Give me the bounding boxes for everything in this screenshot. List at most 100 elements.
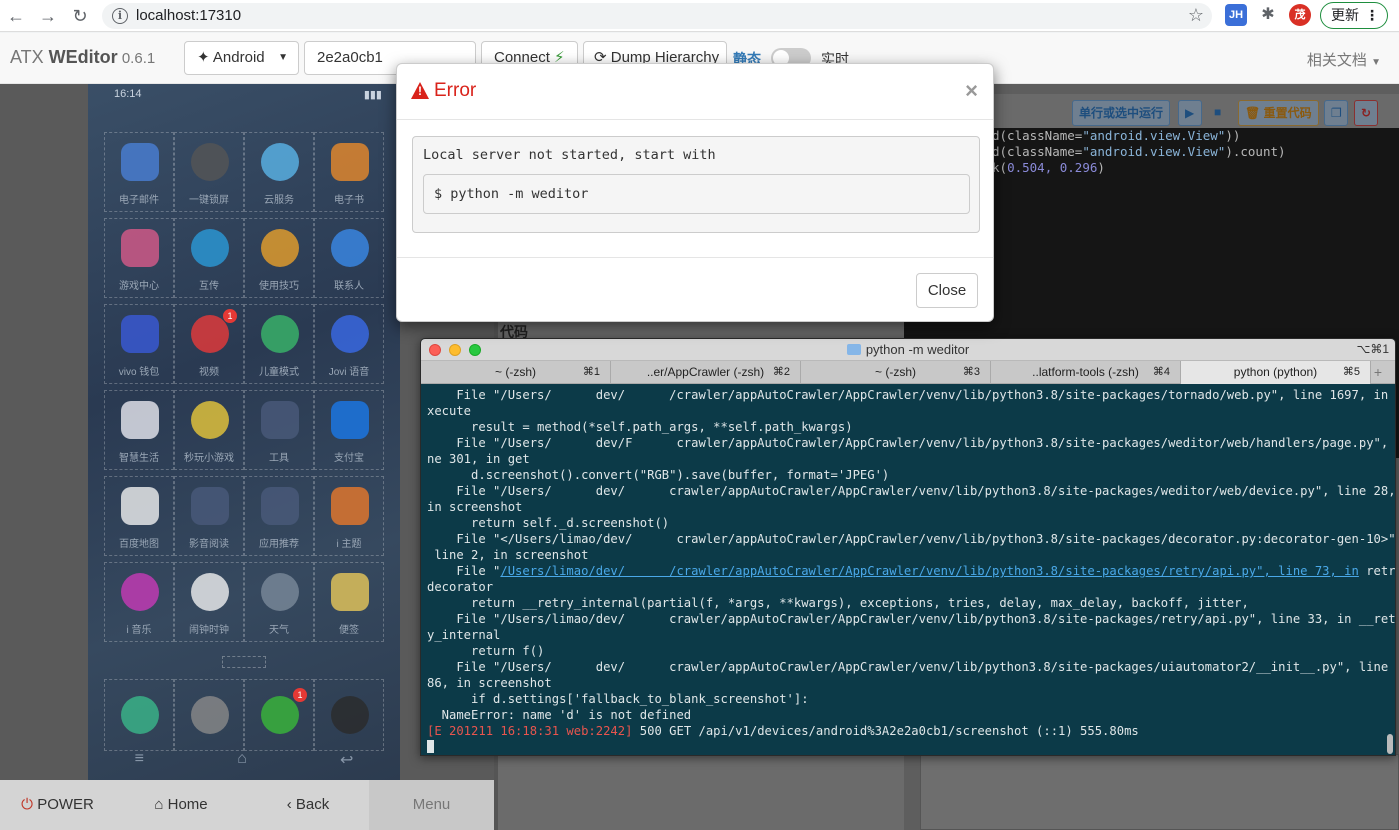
terminal-scrollbar[interactable]: [1387, 734, 1393, 754]
app-icon: [191, 487, 229, 525]
app-icon-cell[interactable]: 使用技巧: [244, 218, 314, 298]
dock-app[interactable]: [314, 679, 384, 751]
terminal-line: return self._d.screenshot(): [427, 516, 670, 530]
app-icon-cell[interactable]: 工具: [244, 390, 314, 470]
modal-message-box: Local server not started, start with $ p…: [412, 136, 980, 233]
terminal-line: File "/Users/ dev/F crawler/appAutoCrawl…: [427, 436, 1396, 450]
close-icon[interactable]: ×: [965, 78, 978, 104]
run-selected-button[interactable]: 单行或选中运行: [1072, 100, 1171, 126]
info-icon[interactable]: i: [112, 8, 128, 24]
app-icon-cell[interactable]: 天气: [244, 562, 314, 642]
app-icon-cell[interactable]: 百度地图: [104, 476, 174, 556]
terminal-window[interactable]: python -m weditor ⌥⌘1 ~ (-zsh) ⌘1 ..er/App…: [420, 338, 1396, 756]
app-icon-cell[interactable]: 闹钟时钟: [174, 562, 244, 642]
app-label: 秒玩小游戏: [184, 453, 234, 464]
back-arrow-icon[interactable]: ←: [4, 4, 28, 28]
reload-icon[interactable]: ↻: [68, 4, 92, 28]
terminal-line: File "/Users/ dev/ crawler/appAutoCrawle…: [427, 484, 1396, 498]
app-label: 一键锁屏: [189, 195, 229, 206]
app-icon-cell[interactable]: 支付宝: [314, 390, 384, 470]
back-button[interactable]: ‹ Back: [247, 780, 369, 830]
app-icon-cell[interactable]: 秒玩小游戏: [174, 390, 244, 470]
dock-app[interactable]: [174, 679, 244, 751]
app-icon: [261, 315, 299, 353]
app-label: 闹钟时钟: [189, 625, 229, 636]
terminal-output[interactable]: File "/Users/ dev/ /crawler/appAutoCrawl…: [427, 387, 1396, 755]
app-icon-cell[interactable]: vivo 钱包: [104, 304, 174, 384]
code-line: k(0.504, 0.296): [992, 160, 1105, 175]
terminal-line: y_internal: [427, 628, 501, 642]
app-icon-cell[interactable]: i 主题: [314, 476, 384, 556]
power-button[interactable]: ⏻ POWER: [0, 780, 115, 830]
dock-app[interactable]: 1: [244, 679, 314, 751]
terminal-tab[interactable]: ~ (-zsh) ⌘3: [801, 361, 991, 384]
app-icon-cell[interactable]: 应用推荐: [244, 476, 314, 556]
terminal-line: File "/Users/limao/dev/ crawler/appAutoC…: [427, 612, 1396, 626]
terminal-tab[interactable]: python (python) ⌘5: [1181, 361, 1371, 384]
app-icon: [121, 487, 159, 525]
platform-select[interactable]: ✦ Android ▼: [184, 41, 299, 75]
app-icon: [191, 229, 229, 267]
app-icon-cell[interactable]: 一键锁屏: [174, 132, 244, 212]
app-label: 使用技巧: [259, 281, 299, 292]
app-icon-cell[interactable]: 联系人: [314, 218, 384, 298]
app-icon-cell[interactable]: i 音乐: [104, 562, 174, 642]
modal-footer: Close: [397, 257, 993, 323]
docs-dropdown[interactable]: 相关文档 ▼: [1307, 49, 1381, 70]
refresh-code-icon[interactable]: ↻: [1354, 100, 1378, 126]
app-icon-cell[interactable]: 智慧生活: [104, 390, 174, 470]
bookmark-star-icon[interactable]: ☆: [1188, 5, 1204, 26]
phone-back-icon[interactable]: ↩: [340, 750, 353, 778]
app-label: 支付宝: [334, 453, 364, 464]
extensions-puzzle-icon[interactable]: ✱: [1257, 4, 1279, 26]
app-icon: [121, 573, 159, 611]
app-label: 天气: [269, 625, 289, 636]
app-icon-cell[interactable]: 电子邮件: [104, 132, 174, 212]
app-grid: 电子邮件 一键锁屏 云服务 电子书游戏中心 互传 使用技巧 联系人 vivo 钱包 1 视频 儿童模…: [104, 132, 384, 642]
home-button[interactable]: ⌂ Home: [115, 780, 247, 830]
copy-icon[interactable]: ❐: [1324, 100, 1348, 126]
terminal-line: line 2, in screenshot: [427, 548, 589, 562]
update-button[interactable]: 更新 ⋮: [1320, 2, 1388, 29]
terminal-tab[interactable]: ..latform-tools (-zsh) ⌘4: [991, 361, 1181, 384]
app-icon-cell[interactable]: Jovi 语音: [314, 304, 384, 384]
profile-avatar[interactable]: 茂: [1289, 4, 1311, 26]
terminal-tab[interactable]: ..er/AppCrawler (-zsh) ⌘2: [611, 361, 801, 384]
stop-icon[interactable]: ■: [1208, 100, 1232, 126]
app-icon-cell[interactable]: 便签: [314, 562, 384, 642]
phone-menu-icon[interactable]: ≡: [135, 750, 144, 778]
app-icon-cell[interactable]: 云服务: [244, 132, 314, 212]
trash-icon: 🗑: [1245, 106, 1261, 120]
app-icon-cell[interactable]: 电子书: [314, 132, 384, 212]
terminal-titlebar: python -m weditor ⌥⌘1: [421, 339, 1395, 361]
menu-button[interactable]: Menu: [369, 780, 494, 830]
app-icon-cell[interactable]: 儿童模式: [244, 304, 314, 384]
app-icon: [331, 487, 369, 525]
app-icon-cell[interactable]: 游戏中心: [104, 218, 174, 298]
app-label: 便签: [339, 625, 359, 636]
app-icon: [121, 401, 159, 439]
app-label: 云服务: [264, 195, 294, 206]
reset-code-button[interactable]: 🗑 重置代码: [1238, 100, 1319, 126]
caret-down-icon: ▼: [278, 52, 288, 63]
code-line: d(className="android.view.View")): [992, 128, 1241, 143]
app-icon-cell[interactable]: 影音阅读: [174, 476, 244, 556]
new-tab-plus-icon[interactable]: +: [1371, 361, 1385, 383]
app-icon-cell[interactable]: 1 视频: [174, 304, 244, 384]
address-bar[interactable]: i localhost:17310 ☆: [102, 3, 1212, 29]
terminal-line: File "/Users/ dev/ /crawler/appAutoCrawl…: [427, 388, 1396, 402]
phone-home-icon[interactable]: ⌂: [237, 750, 247, 778]
terminal-line: result = method(*self.path_args, **self.…: [427, 420, 853, 434]
run-icon[interactable]: ▶: [1178, 100, 1202, 126]
jh-extension-icon[interactable]: JH: [1225, 4, 1247, 26]
terminal-line: d.screenshot().convert("RGB").save(buffe…: [427, 468, 890, 482]
close-button[interactable]: Close: [916, 273, 978, 308]
terminal-tab[interactable]: ~ (-zsh) ⌘1: [421, 361, 611, 384]
device-screen[interactable]: 16:14 ▮▮▮ 电子邮件 一键锁屏 云服务 电子书 游戏中心 互传 使用技巧 联系人 viv…: [88, 84, 400, 780]
app-icon-cell[interactable]: 互传: [174, 218, 244, 298]
dock-app[interactable]: [104, 679, 174, 751]
address-url[interactable]: localhost:17310: [136, 7, 241, 24]
file-path-link[interactable]: /Users/limao/dev/ /crawler/appAutoCrawle…: [500, 564, 1359, 578]
forward-arrow-icon[interactable]: →: [36, 4, 60, 28]
app-label: 影音阅读: [189, 539, 229, 550]
